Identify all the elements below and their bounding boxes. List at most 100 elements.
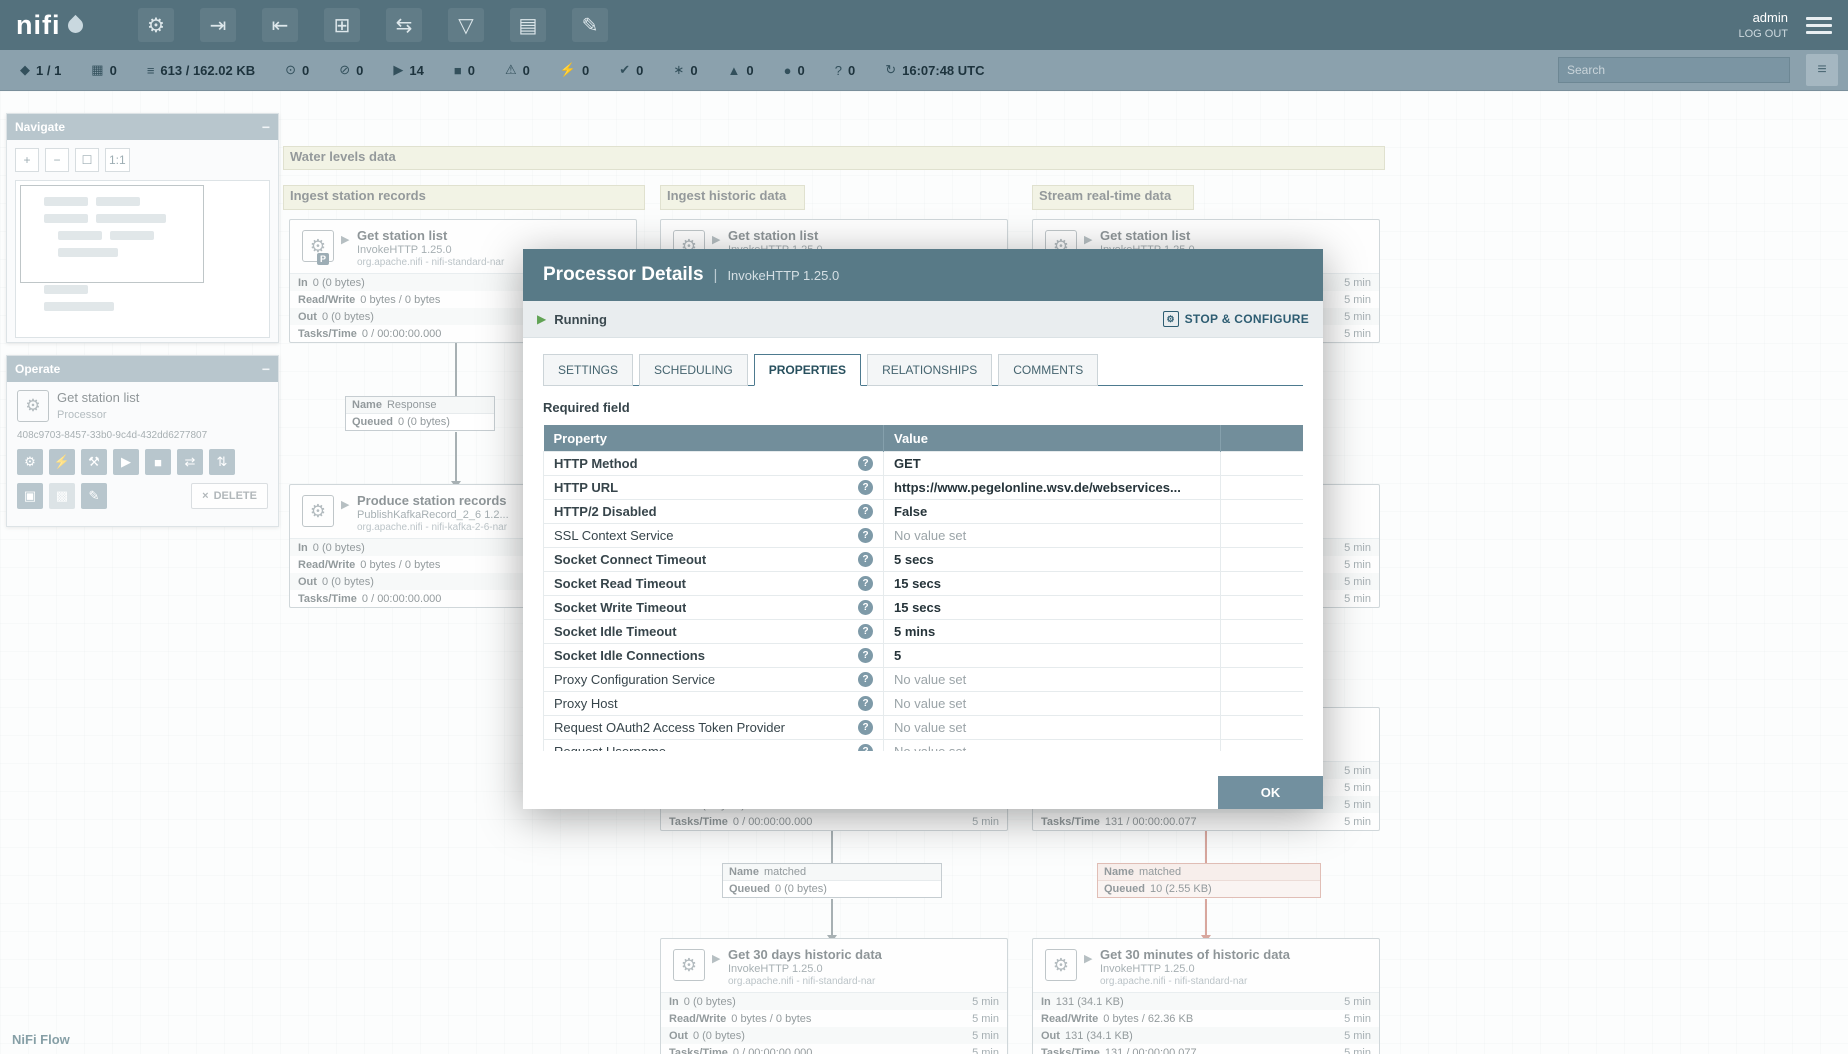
- property-row: HTTP Method? GET: [543, 451, 1303, 476]
- property-value: 15 secs: [894, 576, 941, 591]
- property-value-cell[interactable]: No value set: [883, 523, 1221, 548]
- help-icon[interactable]: ?: [858, 624, 873, 639]
- help-icon[interactable]: ?: [858, 720, 873, 735]
- property-name: Socket Write Timeout: [554, 600, 687, 615]
- dialog-subtitle: InvokeHTTP 1.25.0: [727, 267, 840, 283]
- property-value-cell[interactable]: 5 mins: [883, 619, 1221, 644]
- status-items: ◆ 1 / 1 ▦ 0 ≡ 613 / 162.02 KB ⊙ 0 ⊘ 0 ▶ 14 ■ 0 ⚠ 0 ⚡ 0 ✔ 0 ∗…: [0, 62, 985, 78]
- label-icon[interactable]: ✎: [572, 8, 608, 42]
- tab-scheduling[interactable]: SCHEDULING: [639, 354, 748, 386]
- modified-and-stale-count: 0: [797, 62, 805, 78]
- help-icon[interactable]: ?: [858, 480, 873, 495]
- help-icon[interactable]: ?: [858, 576, 873, 591]
- tab-properties[interactable]: PROPERTIES: [753, 354, 862, 386]
- search-input[interactable]: [1558, 57, 1790, 83]
- property-value-cell[interactable]: GET: [883, 451, 1221, 476]
- property-name: Socket Connect Timeout: [554, 552, 707, 567]
- help-icon[interactable]: ?: [858, 696, 873, 711]
- bulletin-board-icon[interactable]: ≡: [1806, 54, 1838, 86]
- funnel-icon[interactable]: ▽: [448, 8, 484, 42]
- property-name-cell: SSL Context Service?: [543, 523, 884, 548]
- input-port-icon[interactable]: ⇥: [200, 8, 236, 42]
- tab-settings[interactable]: SETTINGS: [543, 354, 634, 386]
- logout-link[interactable]: LOG OUT: [1738, 28, 1788, 40]
- property-value-cell[interactable]: No value set: [883, 739, 1221, 751]
- help-icon[interactable]: ?: [858, 672, 873, 687]
- running-icon: ▶: [537, 312, 547, 326]
- stale: ▲ 0: [728, 63, 754, 78]
- property-extra-cell: [1220, 523, 1303, 548]
- processor-icon[interactable]: ⚙: [138, 8, 174, 42]
- running: ▶ 14: [393, 62, 423, 78]
- property-name: HTTP Method: [554, 456, 638, 471]
- properties-table-wrap: Property Value HTTP Method? GET HTTP URL? h…: [543, 425, 1303, 751]
- property-value-cell[interactable]: https://www.pegelonline.wsv.de/webservic…: [883, 475, 1221, 500]
- property-value: No value set: [894, 672, 967, 687]
- property-row: Socket Connect Timeout? 5 secs: [543, 547, 1303, 572]
- up-to-date-count: 0: [636, 62, 644, 78]
- property-extra-cell: [1220, 715, 1303, 740]
- property-extra-cell: [1220, 571, 1303, 596]
- modified-and-stale: ● 0: [784, 63, 805, 78]
- process-group-icon[interactable]: ⊞: [324, 8, 360, 42]
- last-refresh: ↻ 16:07:48 UTC: [885, 62, 984, 78]
- property-value: No value set: [894, 696, 967, 711]
- property-value-cell[interactable]: No value set: [883, 715, 1221, 740]
- property-value: 15 secs: [894, 600, 941, 615]
- property-extra-cell: [1220, 691, 1303, 716]
- help-icon[interactable]: ?: [858, 552, 873, 567]
- current-user: admin: [1752, 10, 1788, 25]
- property-name-cell: Request Username?: [543, 739, 884, 751]
- help-icon[interactable]: ?: [858, 456, 873, 471]
- help-icon[interactable]: ?: [858, 528, 873, 543]
- cluster-status: ◆ 1 / 1: [20, 62, 61, 78]
- property-value: False: [894, 504, 928, 519]
- locally-modified: ∗ 0: [673, 62, 697, 78]
- last-refresh-icon: ↻: [885, 62, 897, 77]
- extra-column-header: [1220, 425, 1303, 452]
- output-port-icon[interactable]: ⇤: [262, 8, 298, 42]
- property-value: No value set: [894, 720, 967, 735]
- property-name-cell: Proxy Configuration Service?: [543, 667, 884, 692]
- property-value: No value set: [894, 744, 966, 751]
- remote-process-group-icon[interactable]: ⇆: [386, 8, 422, 42]
- help-icon[interactable]: ?: [858, 744, 873, 751]
- flow-status-bar: ◆ 1 / 1 ▦ 0 ≡ 613 / 162.02 KB ⊙ 0 ⊘ 0 ▶ 14 ■ 0 ⚠ 0 ⚡ 0 ✔ 0 ∗…: [0, 50, 1848, 91]
- property-name-cell: Socket Write Timeout?: [543, 595, 884, 620]
- property-row: Proxy Host? No value set: [543, 691, 1303, 716]
- property-value-cell[interactable]: 5: [883, 643, 1221, 668]
- tab-relationships[interactable]: RELATIONSHIPS: [867, 354, 993, 386]
- global-menu-button[interactable]: [1806, 16, 1832, 34]
- property-name-cell: Socket Idle Timeout?: [543, 619, 884, 644]
- tab-comments[interactable]: COMMENTS: [998, 354, 1099, 386]
- dialog-title-separator: |: [713, 266, 718, 284]
- property-row: Request Username? No value set: [543, 739, 1303, 751]
- stop-and-configure-button[interactable]: ⚙ STOP & CONFIGURE: [1162, 311, 1309, 327]
- help-icon[interactable]: ?: [858, 504, 873, 519]
- invalid: ⚠ 0: [505, 62, 530, 78]
- cluster-status-count: 1 / 1: [36, 62, 62, 78]
- help-icon[interactable]: ?: [858, 600, 873, 615]
- ok-button[interactable]: OK: [1218, 776, 1323, 809]
- property-value: 5 mins: [894, 624, 936, 639]
- template-icon[interactable]: ▤: [510, 8, 546, 42]
- property-name: SSL Context Service: [554, 528, 674, 543]
- property-value-cell[interactable]: 15 secs: [883, 571, 1221, 596]
- property-value-cell[interactable]: 15 secs: [883, 595, 1221, 620]
- invalid-icon: ⚠: [504, 62, 517, 77]
- help-icon[interactable]: ?: [858, 648, 873, 663]
- processor-details-dialog: Processor Details | InvokeHTTP 1.25.0 ▶ …: [523, 249, 1323, 809]
- cluster-status-icon: ◆: [20, 62, 30, 77]
- property-value-cell[interactable]: 5 secs: [883, 547, 1221, 572]
- property-value-cell[interactable]: No value set: [883, 667, 1221, 692]
- transmitting: ⊙ 0: [285, 62, 309, 78]
- property-name: Socket Read Timeout: [554, 576, 686, 591]
- property-value-cell[interactable]: No value set: [883, 691, 1221, 716]
- locally-modified-icon: ∗: [673, 62, 685, 77]
- property-name-cell: HTTP Method?: [543, 451, 884, 476]
- property-extra-cell: [1220, 475, 1303, 500]
- property-row: Socket Idle Connections? 5: [543, 643, 1303, 668]
- property-value-cell[interactable]: False: [883, 499, 1221, 524]
- active-threads: ▦ 0: [91, 62, 117, 78]
- property-name: Request Username: [554, 744, 666, 751]
